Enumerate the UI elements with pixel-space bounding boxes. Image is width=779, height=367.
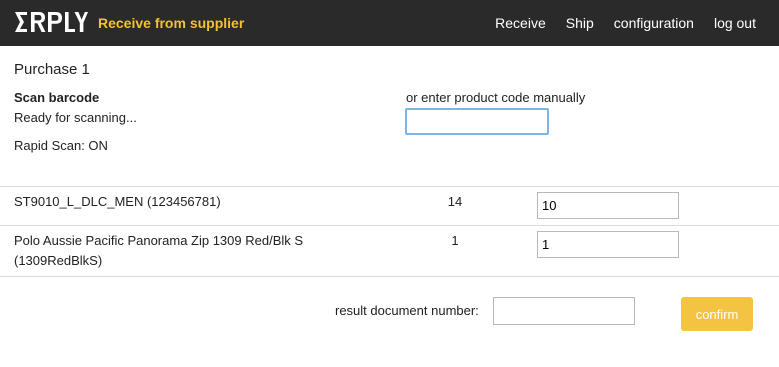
nav-logout[interactable]: log out	[714, 15, 756, 31]
scan-barcode-label: Scan barcode	[14, 90, 100, 105]
page-title: Purchase 1	[14, 61, 90, 78]
result-document-input[interactable]	[493, 297, 635, 325]
nav-receive[interactable]: Receive	[495, 15, 546, 31]
divider	[0, 276, 779, 277]
product-code-input[interactable]	[405, 108, 549, 135]
nav-configuration[interactable]: configuration	[614, 15, 694, 31]
divider	[0, 186, 779, 187]
item-received-qty-input[interactable]	[537, 192, 679, 219]
divider	[0, 225, 779, 226]
rapid-scan-status: Rapid Scan: ON	[14, 138, 108, 153]
item-ordered-qty: 1	[451, 233, 459, 248]
item-ordered-qty: 14	[447, 194, 463, 209]
manual-code-label: or enter product code manually	[406, 90, 586, 105]
main-nav: Receive Ship configuration log out	[495, 0, 779, 46]
erply-logo-icon	[15, 12, 88, 32]
nav-ship[interactable]: Ship	[566, 15, 594, 31]
confirm-button[interactable]: confirm	[681, 297, 753, 331]
app-title: Receive from supplier	[98, 15, 245, 31]
scan-status-text: Ready for scanning...	[14, 110, 137, 125]
result-document-label: result document number:	[335, 303, 479, 318]
erply-logo	[14, 11, 88, 33]
item-name: ST9010_L_DLC_MEN (123456781)	[14, 194, 221, 209]
item-received-qty-input[interactable]	[537, 231, 679, 258]
top-navbar: Receive from supplier Receive Ship confi…	[0, 0, 779, 46]
item-name: Polo Aussie Pacific Panorama Zip 1309 Re…	[14, 233, 304, 268]
